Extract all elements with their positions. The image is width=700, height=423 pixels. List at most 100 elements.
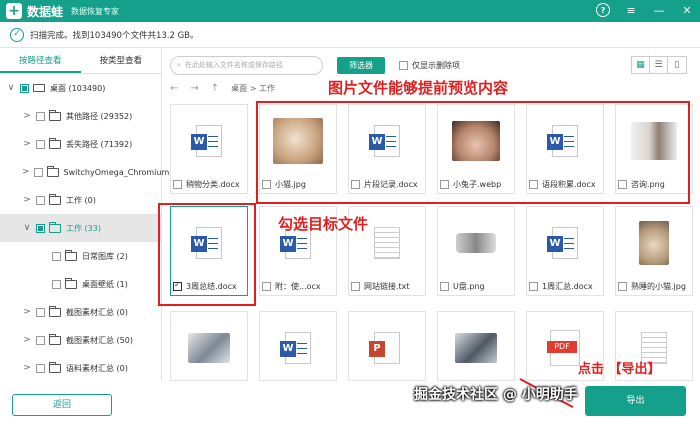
file-thumbnail: [532, 213, 598, 273]
tree-item[interactable]: ∨ 桌面 (103490): [0, 74, 161, 102]
tree-checkbox[interactable]: [33, 167, 43, 177]
tree-checkbox[interactable]: [36, 223, 45, 233]
tree-checkbox[interactable]: [36, 307, 45, 317]
back-button[interactable]: 返回: [12, 394, 112, 416]
file-card[interactable]: 稍物分类.docx: [170, 104, 248, 194]
tree-item[interactable]: > 语料素材汇总 (0): [0, 354, 161, 382]
file-card[interactable]: U盘.png: [437, 206, 515, 296]
title-bar: + 数据蛙 数据恢复专家 ? ≡ — ✕: [0, 0, 700, 22]
word-doc-icon: [547, 227, 578, 259]
select-annotation: 勾选目标文件: [278, 215, 369, 233]
tab-by-path[interactable]: 按路径查看: [0, 48, 81, 73]
only-deleted-toggle[interactable]: 仅显示删除项: [395, 60, 460, 71]
close-icon[interactable]: ✕: [680, 3, 694, 17]
export-button[interactable]: 导出: [585, 386, 686, 416]
tree-checkbox[interactable]: [36, 195, 45, 205]
file-thumbnail: [265, 318, 331, 378]
tree-checkbox[interactable]: [36, 111, 45, 121]
tree-item-label: 其他路径 (29352): [66, 111, 133, 121]
tree-item[interactable]: > 截图素材汇总 (0): [0, 298, 161, 326]
chevron-icon[interactable]: >: [22, 167, 30, 177]
tree-item-label: 语料素材汇总 (0): [66, 363, 128, 373]
chevron-icon[interactable]: >: [22, 363, 32, 373]
pdf-doc-icon: [547, 330, 580, 366]
tree-item[interactable]: > 截图素材汇总 (50): [0, 326, 161, 354]
tree-item[interactable]: ∨ 工作 (33): [0, 214, 161, 242]
file-checkbox[interactable]: [173, 180, 182, 189]
search-input[interactable]: ⌕ 在此处输入文件名称或保存路径: [170, 55, 323, 75]
only-deleted-label: 仅显示删除项: [412, 60, 460, 70]
drive-icon: [33, 84, 45, 92]
file-checkbox[interactable]: [440, 282, 449, 291]
app-subtitle: 数据恢复专家: [71, 6, 120, 16]
file-name: 附：使...ocx: [275, 282, 321, 291]
word-doc-icon: [280, 332, 311, 364]
back-arrow-icon[interactable]: ←: [170, 83, 178, 94]
tree-item[interactable]: > SwitchyOmega_Chromium: [0, 158, 169, 186]
detail-view-icon[interactable]: ▯: [668, 57, 686, 73]
tree-checkbox[interactable]: [52, 279, 61, 289]
check-circle-icon: ✓: [10, 27, 24, 42]
tree-item-label: 丢失路径 (71392): [66, 139, 133, 149]
chevron-icon[interactable]: >: [22, 111, 32, 121]
folder-icon: [49, 361, 61, 373]
file-card[interactable]: [437, 311, 515, 381]
tree-item[interactable]: > 其他路径 (29352): [0, 102, 161, 130]
tree-item-label: 工作 (0): [66, 195, 96, 205]
file-card[interactable]: [259, 311, 337, 381]
file-checkbox[interactable]: [618, 282, 627, 291]
tree-checkbox[interactable]: [36, 363, 45, 373]
file-card[interactable]: [348, 311, 426, 381]
chevron-icon[interactable]: ∨: [6, 83, 16, 93]
tree-item-label: 截图素材汇总 (0): [66, 307, 128, 317]
breadcrumb: ← → ↑ 桌面 > 工作: [170, 80, 275, 96]
selected-file-highlight-box: [158, 203, 256, 306]
file-name: 1周汇总.docx: [542, 282, 593, 291]
folder-icon: [49, 137, 61, 149]
tree-checkbox[interactable]: [36, 335, 45, 345]
view-tabs: 按路径查看 按类型查看: [0, 48, 161, 74]
tree-item[interactable]: > 丢失路径 (71392): [0, 130, 161, 158]
file-card[interactable]: [170, 311, 248, 381]
tree-item[interactable]: 桌面壁纸 (1): [0, 270, 161, 298]
left-panel: 按路径查看 按类型查看 ∨ 桌面 (103490) > 其他路径 (29352) > 丢失…: [0, 48, 169, 382]
file-card[interactable]: 1周汇总.docx: [526, 206, 604, 296]
chevron-icon[interactable]: >: [22, 307, 32, 317]
file-checkbox[interactable]: [262, 282, 271, 291]
minimize-icon[interactable]: —: [652, 3, 666, 17]
file-thumbnail: [443, 213, 509, 273]
only-deleted-checkbox[interactable]: [399, 60, 408, 70]
file-thumbnail: [176, 111, 242, 171]
file-name-row: U盘.png: [440, 281, 516, 292]
chevron-icon[interactable]: >: [22, 139, 32, 149]
list-view-icon[interactable]: ☰: [650, 57, 668, 73]
file-thumbnail: [354, 318, 420, 378]
tree-item-label: 工作 (33): [66, 223, 101, 233]
tree-item[interactable]: > 工作 (0): [0, 186, 161, 214]
file-name-row: 网站链接.txt: [351, 281, 427, 292]
folder-icon: [49, 221, 61, 233]
file-card[interactable]: 熟睡的小猫.jpg: [615, 206, 693, 296]
menu-icon[interactable]: ≡: [624, 3, 638, 17]
filter-button[interactable]: 筛选器: [337, 56, 385, 74]
chevron-icon[interactable]: >: [22, 335, 32, 345]
export-annotation: 点击 【导出】: [578, 362, 661, 377]
tree-checkbox[interactable]: [52, 251, 61, 261]
up-arrow-icon[interactable]: ↑: [211, 83, 219, 94]
scan-status-bar: ✓ 扫描完成。找到103490个文件共13.2 GB。: [0, 22, 700, 48]
tab-by-type[interactable]: 按类型查看: [81, 48, 162, 73]
file-checkbox[interactable]: [351, 282, 360, 291]
grid-view-icon[interactable]: ▦: [632, 57, 650, 73]
help-icon[interactable]: ?: [596, 3, 610, 17]
tree-item[interactable]: 日常图库 (2): [0, 242, 161, 270]
tree-checkbox[interactable]: [20, 83, 29, 93]
tree-item-label: 截图素材汇总 (50): [66, 335, 133, 345]
preview-highlight-box: [256, 101, 690, 204]
chevron-icon[interactable]: >: [22, 195, 32, 205]
forward-arrow-icon[interactable]: →: [190, 83, 198, 94]
file-checkbox[interactable]: [529, 282, 538, 291]
tree-item-label: 桌面壁纸 (1): [82, 279, 128, 289]
text-doc-icon: [374, 227, 400, 259]
chevron-icon[interactable]: ∨: [22, 223, 32, 233]
tree-checkbox[interactable]: [36, 139, 45, 149]
